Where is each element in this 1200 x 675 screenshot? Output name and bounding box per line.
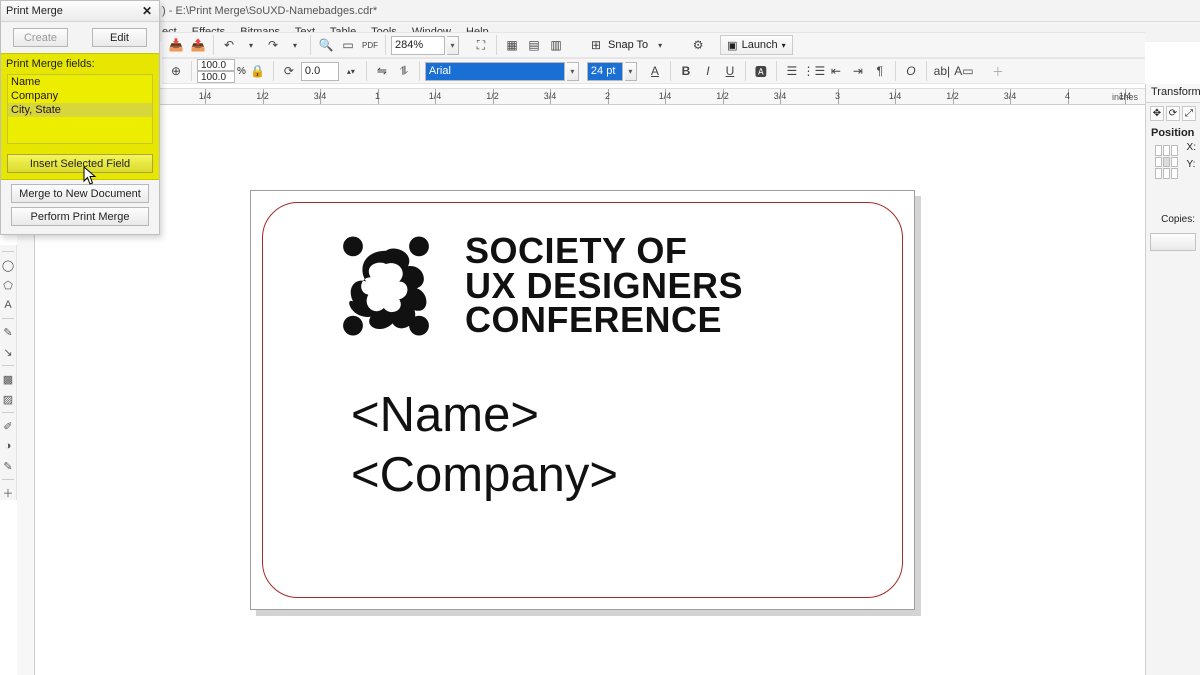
position-mode-icon[interactable]: ✥ — [1150, 106, 1164, 121]
merge-to-new-document-button[interactable]: Merge to New Document — [11, 184, 149, 203]
badge-merge-fields[interactable]: <Name> <Company> — [351, 386, 618, 506]
grid1-icon[interactable]: ▦ — [502, 35, 522, 55]
window-title: ) - E:\Print Merge\SoUXD-Namebadges.cdr* — [0, 0, 1200, 22]
underline2-icon[interactable]: U — [720, 61, 740, 81]
add-tool-icon[interactable]: ＋ — [1, 486, 15, 500]
pen-tool-icon[interactable]: ✎ — [1, 325, 15, 339]
logo-mark-icon — [331, 231, 441, 341]
italic-icon[interactable]: I — [698, 61, 718, 81]
close-icon[interactable]: ✕ — [140, 4, 154, 18]
font-dropdown[interactable]: ▾ — [567, 62, 579, 81]
edit-button[interactable]: Edit — [92, 28, 147, 47]
fullscreen-icon[interactable]: ⛶ — [471, 35, 491, 55]
snap-label[interactable]: Snap To — [608, 39, 648, 51]
ellipse-tool-icon[interactable]: ◯ — [1, 258, 15, 272]
eyedropper-tool-icon[interactable]: ✐ — [1, 419, 15, 433]
standard-toolbar: 📥 📤 ↶ ▾ ↷ ▾ 🔍 ▭ PDF 284% ▾ ⛶ ▦ ▤ ▥ ⊞ Sna… — [162, 32, 1145, 58]
dropdown-icon[interactable]: ▾ — [285, 35, 305, 55]
position-icon[interactable]: ⊕ — [166, 61, 186, 81]
grid3-icon[interactable]: ▥ — [546, 35, 566, 55]
add-icon[interactable]: ＋ — [988, 61, 1008, 81]
redo-icon[interactable]: ↷ — [263, 35, 283, 55]
import-icon[interactable]: 📥 — [166, 35, 186, 55]
page: SOCIETY OF UX DESIGNERS CONFERENCE <Name… — [250, 190, 915, 610]
field-item-city-state[interactable]: City, State — [8, 103, 152, 117]
dropdown-icon[interactable]: ▾ — [241, 35, 261, 55]
dropcap-icon[interactable]: ¶ — [870, 61, 890, 81]
fields-title-label: Print Merge fields: — [1, 54, 159, 72]
apply-transform-button[interactable] — [1150, 233, 1196, 251]
zoom-field[interactable]: 284% — [391, 36, 445, 55]
create-button[interactable]: Create — [13, 28, 68, 47]
badge-logo-group[interactable]: SOCIETY OF UX DESIGNERS CONFERENCE — [331, 231, 743, 341]
text-tool-icon[interactable]: A — [1, 298, 15, 312]
launch-button[interactable]: ▣ Launch ▾ — [720, 35, 793, 55]
edit-text-icon[interactable]: ab| — [932, 61, 952, 81]
badge-title: SOCIETY OF UX DESIGNERS CONFERENCE — [465, 234, 743, 338]
undo-icon[interactable]: ↶ — [219, 35, 239, 55]
numbering-icon[interactable]: ⋮☰ — [804, 61, 824, 81]
grid2-icon[interactable]: ▤ — [524, 35, 544, 55]
mirror-h-icon[interactable]: ⇋ — [372, 61, 392, 81]
polygon-tool-icon[interactable]: ⬠ — [1, 278, 15, 292]
underline-icon[interactable]: A — [645, 61, 665, 81]
outline-tool-icon[interactable]: ✎ — [1, 459, 15, 473]
bold-icon[interactable]: B — [676, 61, 696, 81]
zoom-dropdown[interactable]: ▾ — [447, 36, 459, 55]
field-item-name[interactable]: Name — [8, 75, 152, 89]
spin-icon[interactable]: ▴▾ — [341, 61, 361, 81]
transform-title: Transform — [1146, 84, 1200, 103]
anchor-grid[interactable] — [1155, 145, 1178, 179]
font-field[interactable]: Arial — [425, 62, 565, 81]
copies-label: Copies: — [1146, 212, 1200, 227]
fields-highlight-section: Print Merge fields: Name Company City, S… — [1, 53, 159, 180]
font-size-dropdown[interactable]: ▾ — [625, 62, 637, 81]
field-item-company[interactable]: Company — [8, 89, 152, 103]
connector-tool-icon[interactable]: ↘ — [1, 345, 15, 359]
print-merge-field-list[interactable]: Name Company City, State — [7, 74, 153, 144]
fill-tool-icon[interactable]: ◑ — [1, 439, 15, 453]
text-frame-icon[interactable]: A▭ — [954, 61, 974, 81]
lock-aspect-icon[interactable]: 🔒 — [248, 61, 268, 81]
perform-print-merge-button[interactable]: Perform Print Merge — [11, 207, 149, 226]
print-merge-docker: Print Merge ✕ Create Edit Print Merge fi… — [0, 0, 160, 235]
snap-icon[interactable]: ⊞ — [586, 35, 606, 55]
merge-field-company: <Company> — [351, 446, 618, 506]
y-label: Y: — [1187, 159, 1196, 170]
mirror-v-icon[interactable]: ⥮ — [394, 61, 414, 81]
indent-dec-icon[interactable]: ⇤ — [826, 61, 846, 81]
insert-selected-field-button[interactable]: Insert Selected Field — [7, 154, 153, 173]
opentype-icon[interactable]: O — [901, 61, 921, 81]
rotate-icon[interactable]: ⟳ — [279, 61, 299, 81]
export-icon[interactable]: 📤 — [188, 35, 208, 55]
dropdown-icon[interactable]: ▾ — [650, 35, 670, 55]
page-icon[interactable]: ▭ — [338, 35, 358, 55]
position-section-label: Position — [1146, 124, 1200, 142]
options-icon[interactable]: ⚙ — [688, 35, 708, 55]
scale-mode-icon[interactable]: ⤢ — [1182, 106, 1196, 121]
font-size-field[interactable]: 24 pt — [587, 62, 623, 81]
transform-docker: Transform ✥ ⟳ ⤢ Position X: Y: Copies: — [1145, 84, 1200, 675]
horizontal-ruler: inches 1/41/23/411/41/23/421/41/23/431/4… — [35, 88, 1145, 105]
rotate-mode-icon[interactable]: ⟳ — [1166, 106, 1180, 121]
scale-fields[interactable]: 100.0 100.0 — [197, 59, 235, 83]
document-canvas[interactable]: SOCIETY OF UX DESIGNERS CONFERENCE <Name… — [35, 105, 1145, 675]
merge-field-name: <Name> — [351, 386, 618, 446]
rotation-field[interactable]: 0.0 — [301, 62, 339, 81]
toolbox: ◯ ⬠ A ✎ ↘ ▩ ▨ ✐ ◑ ✎ ＋ — [0, 245, 17, 500]
transparency-tool-icon[interactable]: ▨ — [1, 392, 15, 406]
docker-title-label: Print Merge — [6, 5, 63, 17]
property-toolbar: ⊕ 100.0 100.0 % 🔒 ⟳ 0.0 ▴▾ ⇋ ⥮ Arial ▾ 2… — [162, 58, 1145, 84]
x-label: X: — [1187, 142, 1196, 153]
bullets-icon[interactable]: ☰ — [782, 61, 802, 81]
pdf-icon[interactable]: PDF — [360, 35, 380, 55]
dropshadow-tool-icon[interactable]: ▩ — [1, 372, 15, 386]
search-icon[interactable]: 🔍 — [316, 35, 336, 55]
indent-inc-icon[interactable]: ⇥ — [848, 61, 868, 81]
textfx-icon[interactable]: 🅰 — [751, 61, 771, 81]
